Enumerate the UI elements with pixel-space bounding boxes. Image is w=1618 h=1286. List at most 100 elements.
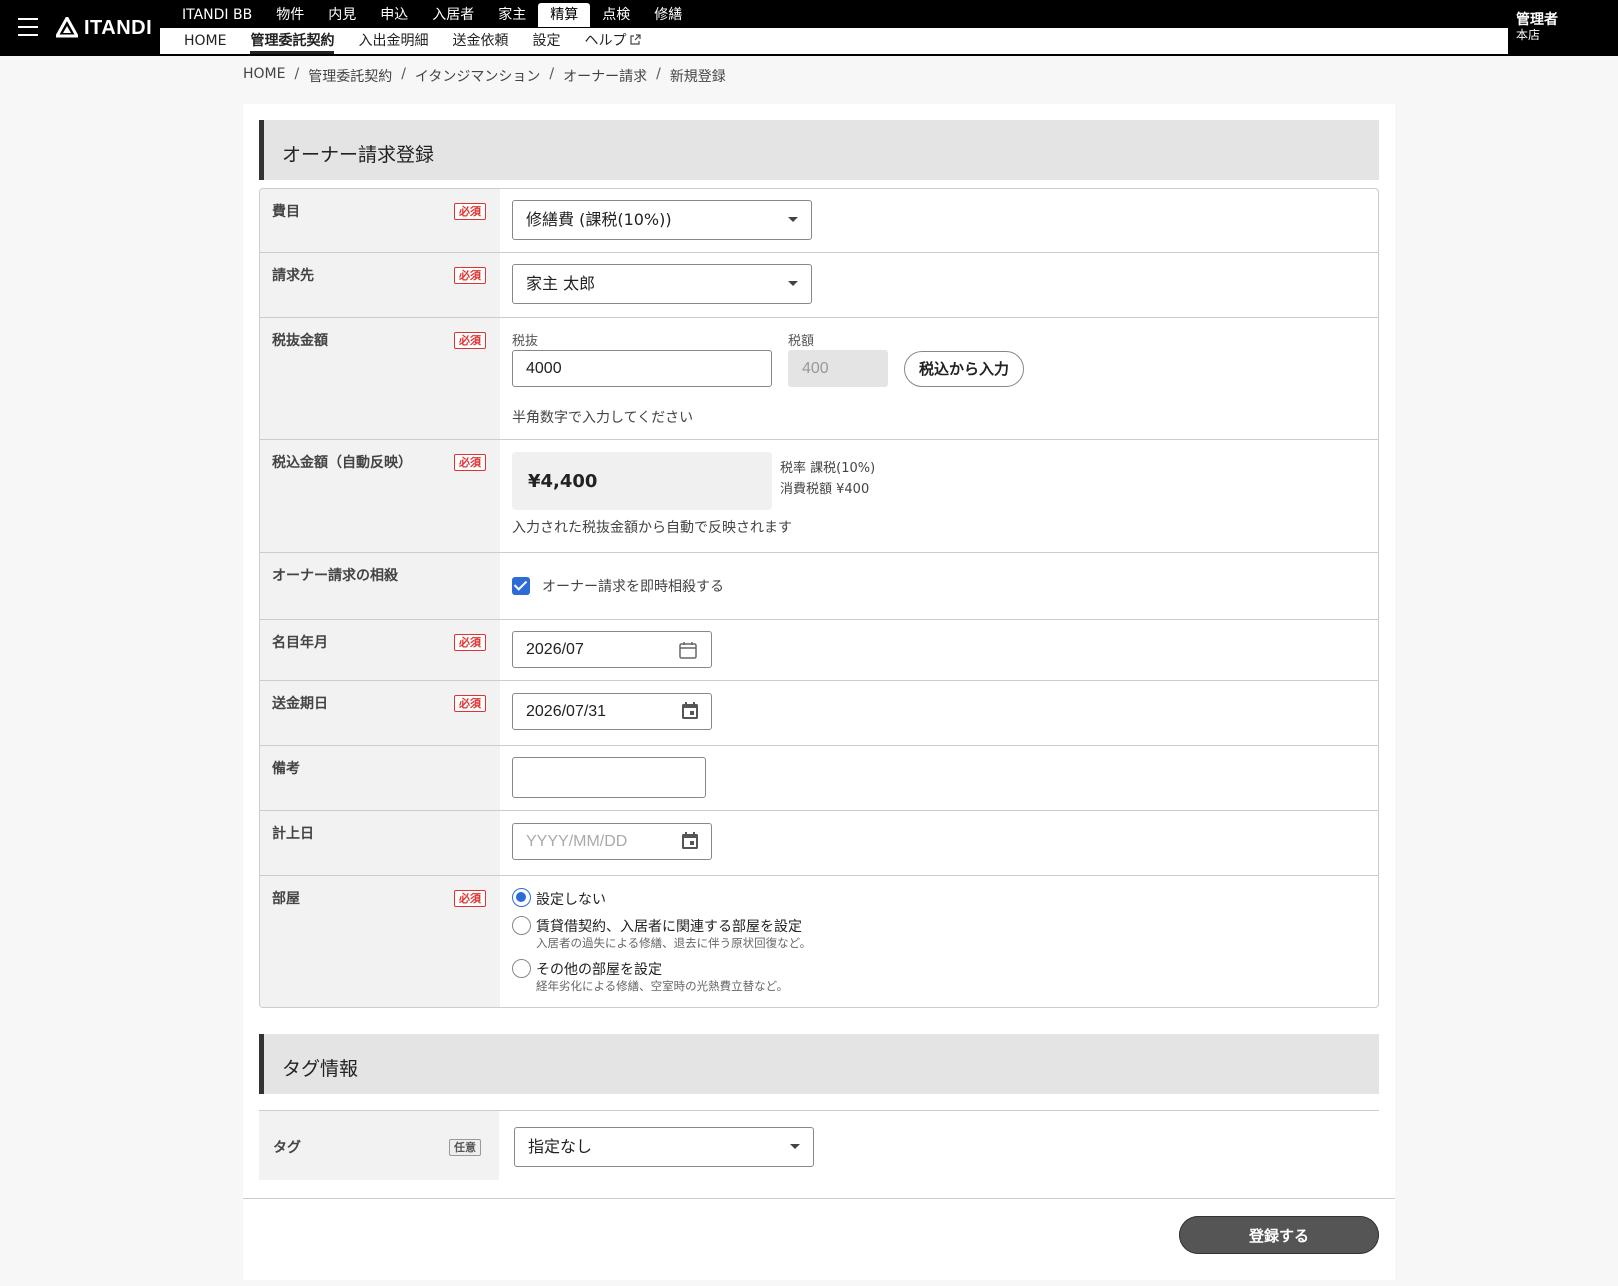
- room-option-other-sub: 経年劣化による修繕、空室時の光熱費立替など。: [536, 979, 789, 993]
- value-cell: 設定しない 賃貸借契約、入居者に関連する部屋を設定 入居者の過失による修繕、退去…: [512, 876, 1378, 1007]
- expense-item-select[interactable]: 修繕費 (課税(10%)): [512, 200, 812, 240]
- itandi-logo[interactable]: ITANDI: [56, 16, 152, 40]
- top-nav-landlord[interactable]: 家主: [486, 3, 538, 27]
- room-radio-lease[interactable]: [512, 916, 531, 935]
- amount-incl-display: ¥4,400: [512, 452, 772, 510]
- sub-nav-help[interactable]: ヘルプ: [572, 28, 653, 54]
- owner-billing-form: 費目 必須 修繕費 (課税(10%)) 請求先 必須 家主 太郎 税抜金額 必須…: [259, 188, 1379, 1008]
- remarks-label: 備考: [272, 761, 300, 777]
- room-option-other-label[interactable]: その他の部屋を設定: [536, 959, 662, 979]
- tag-label: タグ: [273, 1140, 301, 1156]
- breadcrumb: HOME / 管理委託契約 / イタンジマンション / オーナー請求 / 新規登…: [243, 66, 726, 86]
- amount-excl-label: 税抜金額: [272, 333, 328, 349]
- billing-to-select[interactable]: 家主 太郎: [512, 264, 812, 304]
- hamburger-menu-icon[interactable]: [18, 18, 38, 36]
- calendar-icon[interactable]: [680, 701, 700, 721]
- calendar-icon[interactable]: [680, 831, 700, 851]
- caret-down-icon: [790, 1144, 800, 1149]
- top-nav-repair[interactable]: 修繕: [642, 3, 694, 27]
- value-cell: 修繕費 (課税(10%)): [512, 189, 1378, 252]
- tax-rate-text: 税率 課税(10%): [780, 461, 876, 476]
- room-option-lease-label[interactable]: 賃貸借契約、入居者に関連する部屋を設定: [536, 916, 802, 936]
- expense-item-value: 修繕費 (課税(10%)): [526, 210, 672, 229]
- label-cell: 備考: [260, 746, 500, 810]
- label-cell: 請求先 必須: [260, 253, 500, 317]
- section-header-owner-billing: オーナー請求登録: [259, 120, 1379, 180]
- label-cell: 税込金額（自動反映） 必須: [260, 440, 500, 552]
- optional-badge: 任意: [449, 1139, 481, 1156]
- required-badge: 必須: [454, 890, 486, 907]
- user-info[interactable]: 管理者 本店: [1516, 12, 1558, 42]
- value-cell: [512, 681, 1378, 745]
- breadcrumb-separator: /: [401, 66, 406, 82]
- row-tag: タグ 任意 指定なし: [259, 1110, 1379, 1180]
- breadcrumb-separator: /: [549, 66, 555, 82]
- billing-to-label: 請求先: [272, 268, 314, 284]
- sub-nav: HOME 管理委託契約 入出金明細 送金依頼 設定 ヘルプ: [160, 28, 1508, 54]
- breadcrumb-new: 新規登録: [669, 69, 726, 85]
- tag-select[interactable]: 指定なし: [514, 1127, 814, 1167]
- external-link-icon: [630, 34, 642, 45]
- label-cell: オーナー請求の相殺: [260, 553, 500, 619]
- tax-amount-text: 消費税額 ¥400: [780, 482, 870, 497]
- input-from-tax-incl-button[interactable]: 税込から入力: [904, 351, 1025, 387]
- top-nav-tenant[interactable]: 入居者: [420, 3, 486, 27]
- row-nominal-month: 名目年月 必須: [260, 620, 1378, 681]
- room-option-none-label[interactable]: 設定しない: [536, 889, 606, 909]
- sub-nav-settings[interactable]: 設定: [520, 28, 572, 54]
- value-cell: 税抜 税額 税込から入力 半角数字で入力してください: [512, 318, 1378, 439]
- room-radio-other[interactable]: [512, 959, 531, 978]
- sub-nav-home[interactable]: HOME: [172, 28, 238, 54]
- caret-down-icon: [788, 281, 798, 286]
- calendar-outline-icon[interactable]: [678, 640, 698, 660]
- amount-excl-input[interactable]: [512, 350, 772, 387]
- room-radio-none[interactable]: [512, 888, 531, 907]
- top-nav-inspection[interactable]: 点検: [590, 3, 642, 27]
- offset-checkbox[interactable]: [512, 577, 530, 595]
- breadcrumb-owner-billing[interactable]: オーナー請求: [563, 66, 647, 86]
- tag-value: 指定なし: [528, 1137, 593, 1156]
- remarks-input[interactable]: [512, 757, 706, 798]
- offset-checkbox-label[interactable]: オーナー請求を即時相殺する: [542, 576, 724, 596]
- caret-down-icon: [788, 217, 798, 222]
- row-amount-excl: 税抜金額 必須 税抜 税額 税込から入力 半角数字で入力してください: [260, 318, 1378, 440]
- top-nav-settlement[interactable]: 精算: [538, 3, 591, 27]
- sub-nav-transactions[interactable]: 入出金明細: [346, 28, 440, 54]
- help-label: ヘルプ: [584, 33, 627, 49]
- breadcrumb-management-contract[interactable]: 管理委託契約: [308, 66, 392, 86]
- row-posting-date: 計上日: [260, 811, 1378, 876]
- row-amount-incl: 税込金額（自動反映） 必須 ¥4,400 税率 課税(10%) 消費税額 ¥40…: [260, 440, 1378, 553]
- required-badge: 必須: [454, 267, 486, 284]
- row-room: 部屋 必須 設定しない 賃貸借契約、入居者に関連する部屋を設定 入居者の過失によ…: [260, 876, 1378, 1007]
- tax-small-label: 税額: [788, 334, 815, 349]
- label-cell: タグ 任意: [259, 1111, 499, 1180]
- row-offset: オーナー請求の相殺 オーナー請求を即時相殺する: [260, 553, 1378, 620]
- offset-label: オーナー請求の相殺: [272, 568, 398, 584]
- transfer-date-label: 送金期日: [272, 696, 328, 712]
- required-badge: 必須: [454, 332, 486, 349]
- room-option-lease-sub: 入居者の過失による修繕、退去に伴う原状回復など。: [536, 936, 812, 950]
- sub-nav-remittance[interactable]: 送金依頼: [440, 28, 520, 54]
- top-nav-viewing[interactable]: 内見: [316, 3, 368, 27]
- row-expense-item: 費目 必須 修繕費 (課税(10%)): [260, 189, 1378, 253]
- tax-info: 税率 課税(10%) 消費税額 ¥400: [780, 458, 875, 500]
- value-cell: [512, 811, 1378, 875]
- register-button[interactable]: 登録する: [1179, 1216, 1379, 1254]
- breadcrumb-building[interactable]: イタンジマンション: [415, 66, 540, 86]
- posting-date-label: 計上日: [272, 826, 314, 842]
- amount-incl-value: ¥4,400: [528, 471, 598, 492]
- sub-nav-management-contract[interactable]: 管理委託契約: [238, 28, 346, 54]
- value-cell: [512, 620, 1378, 680]
- required-badge: 必須: [454, 634, 486, 651]
- top-nav-itandi-bb[interactable]: ITANDI BB: [170, 3, 264, 27]
- top-nav-property[interactable]: 物件: [264, 3, 316, 27]
- top-nav-application[interactable]: 申込: [368, 3, 420, 27]
- label-cell: 名目年月 必須: [260, 620, 500, 680]
- required-badge: 必須: [454, 454, 486, 471]
- breadcrumb-home[interactable]: HOME: [243, 66, 285, 86]
- row-transfer-date: 送金期日 必須: [260, 681, 1378, 746]
- required-badge: 必須: [454, 203, 486, 220]
- amount-incl-label: 税込金額（自動反映）: [272, 455, 412, 471]
- amount-excl-hint: 半角数字で入力してください: [512, 410, 694, 426]
- tag-section-title: タグ情報: [282, 1058, 359, 1080]
